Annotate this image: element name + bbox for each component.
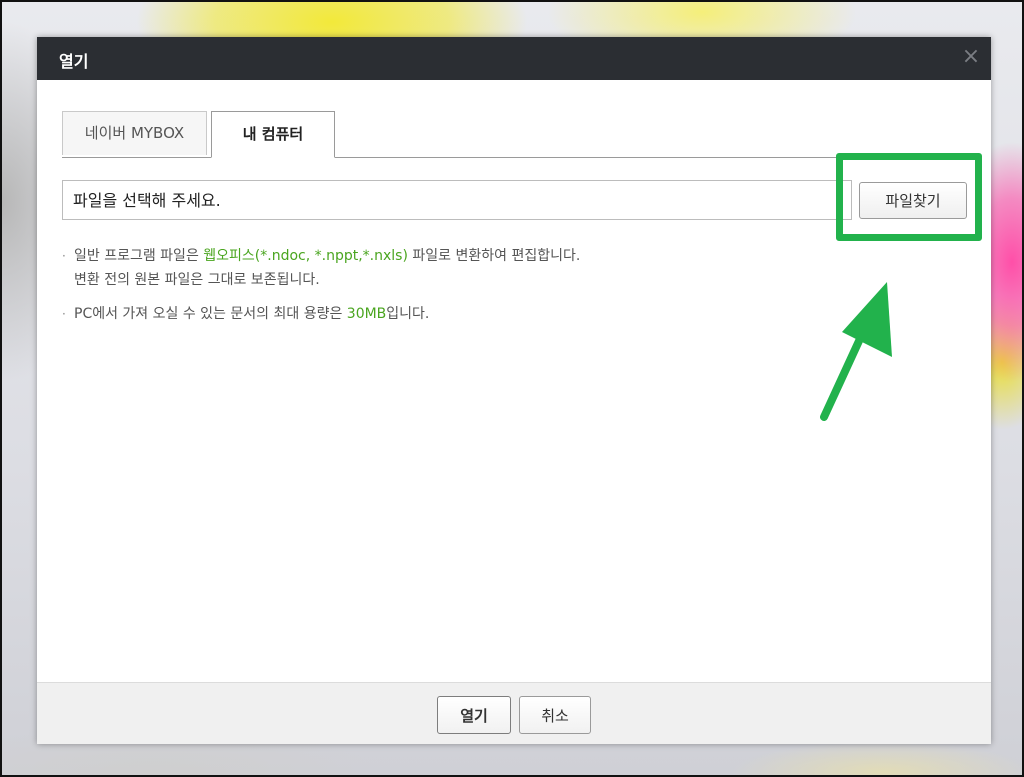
arrow-up-right-icon xyxy=(820,282,892,421)
file-path-input[interactable] xyxy=(62,180,852,220)
note1-formats: 웹오피스(*.ndoc, *.nppt,*.nxls) xyxy=(203,248,408,264)
note-conversion: · 일반 프로그램 파일은 웹오피스(*.ndoc, *.nppt,*.nxls… xyxy=(62,244,822,292)
dialog-title: 열기 xyxy=(59,52,89,71)
note2-size: 30MB xyxy=(346,306,387,322)
tab-my-computer[interactable]: 내 컴퓨터 xyxy=(211,111,335,158)
desktop-background: 열기 × 네이버 MYBOX 내 컴퓨터 파일찾기 · 일반 프로그램 파일은 … xyxy=(0,0,1024,777)
note1-text: 일반 프로그램 파일은 xyxy=(74,248,204,264)
note2-text-end: 입니다. xyxy=(386,306,430,322)
bullet: · xyxy=(62,249,66,263)
note1-text-end: 파일로 변환하여 편집합니다. xyxy=(407,248,581,264)
dialog-titlebar: 열기 × xyxy=(37,37,991,80)
note1-line2: 변환 전의 원본 파일은 그대로 보존됩니다. xyxy=(74,272,320,288)
dialog-footer: 열기 취소 xyxy=(37,682,991,744)
tab-naver-mybox[interactable]: 네이버 MYBOX xyxy=(62,111,207,155)
cancel-button[interactable]: 취소 xyxy=(519,696,591,734)
note2-text: PC에서 가져 오실 수 있는 문서의 최대 용량은 xyxy=(74,306,347,322)
open-dialog: 열기 × 네이버 MYBOX 내 컴퓨터 파일찾기 · 일반 프로그램 파일은 … xyxy=(37,37,991,744)
source-tabs: 네이버 MYBOX 내 컴퓨터 xyxy=(62,111,967,158)
close-icon[interactable]: × xyxy=(959,45,983,69)
info-notes: · 일반 프로그램 파일은 웹오피스(*.ndoc, *.nppt,*.nxls… xyxy=(62,244,822,336)
browse-file-button[interactable]: 파일찾기 xyxy=(859,182,967,219)
open-button[interactable]: 열기 xyxy=(437,696,511,734)
bullet: · xyxy=(62,307,66,321)
note-size-limit: · PC에서 가져 오실 수 있는 문서의 최대 용량은 30MB입니다. xyxy=(62,302,822,326)
